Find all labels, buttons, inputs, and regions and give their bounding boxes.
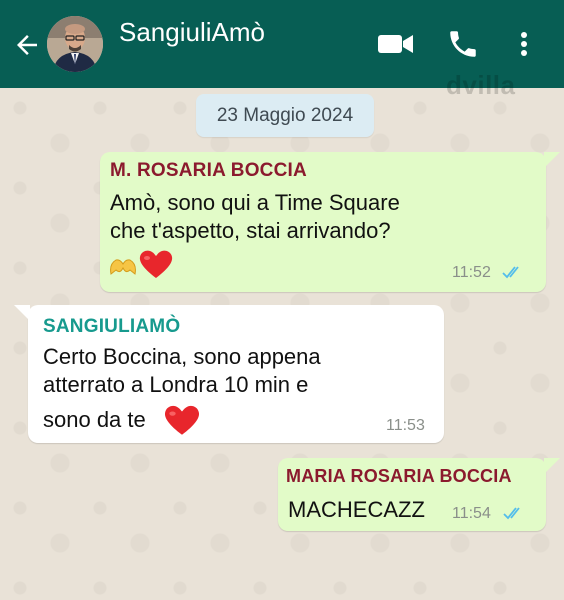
message-text: MACHECAZZ bbox=[288, 497, 425, 522]
watermark: dvilla bbox=[446, 70, 516, 100]
message-bubble-outgoing[interactable]: M. ROSARIA BOCCIA Amò, sono qui a Time S… bbox=[100, 152, 560, 292]
more-menu-icon[interactable] bbox=[512, 27, 536, 61]
message-text-line: atterrato a Londra 10 min e bbox=[43, 372, 309, 397]
back-arrow-icon[interactable] bbox=[12, 30, 42, 60]
message-time: 11:54 bbox=[452, 505, 491, 522]
message-sender: MARIA ROSARIA BOCCIA bbox=[286, 466, 512, 486]
video-call-icon[interactable] bbox=[376, 27, 416, 61]
read-double-check-icon bbox=[503, 507, 520, 520]
message-bubble-incoming[interactable]: SANGIULIAMÒ Certo Boccina, sono appena a… bbox=[14, 305, 444, 443]
bubble-tail bbox=[14, 305, 30, 321]
phone-call-icon[interactable] bbox=[445, 27, 481, 61]
bubble-tail bbox=[544, 152, 560, 168]
date-separator: 23 Maggio 2024 bbox=[196, 94, 374, 137]
message-sender: SANGIULIAMÒ bbox=[43, 316, 181, 337]
hands-heart-icon bbox=[110, 259, 136, 275]
bubble-tail bbox=[544, 458, 560, 474]
contact-name[interactable]: SangiuliAmò bbox=[119, 17, 265, 48]
message-time: 11:53 bbox=[386, 417, 425, 434]
red-heart-icon bbox=[164, 405, 200, 435]
avatar[interactable] bbox=[47, 16, 103, 72]
message-text-line: che t'aspetto, stai arrivando? bbox=[110, 218, 391, 243]
message-bubble-outgoing[interactable]: MARIA ROSARIA BOCCIA MACHECAZZ 11:54 bbox=[278, 458, 560, 531]
message-sender: M. ROSARIA BOCCIA bbox=[110, 160, 307, 181]
avatar-image bbox=[47, 16, 103, 72]
message-text-line: Amò, sono qui a Time Square bbox=[110, 190, 400, 215]
red-heart-icon bbox=[139, 250, 173, 278]
message-text-line: Certo Boccina, sono appena bbox=[43, 344, 321, 369]
message-time: 11:52 bbox=[452, 264, 491, 281]
message-text-line: sono da te bbox=[43, 407, 146, 432]
read-double-check-icon bbox=[502, 266, 519, 279]
